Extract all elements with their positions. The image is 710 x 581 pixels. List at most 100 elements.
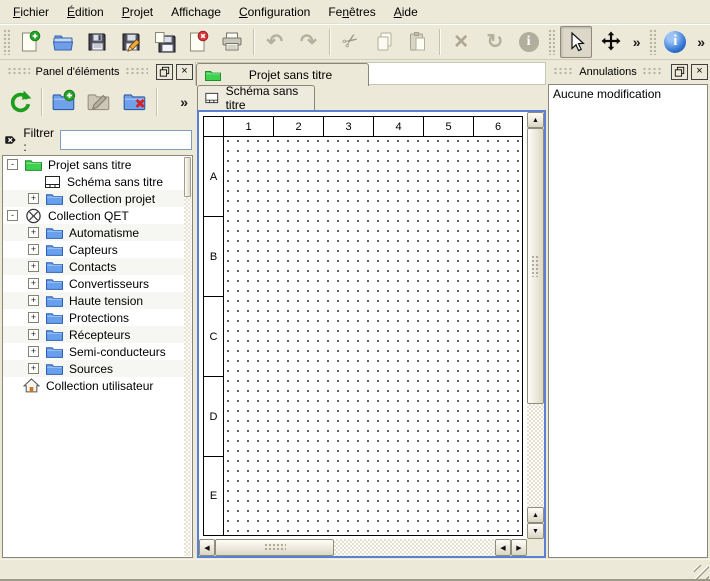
undo-panel-titlebar: Annulations × <box>548 63 708 80</box>
menu-projet[interactable]: Projet <box>113 2 162 22</box>
reload-collections-button[interactable] <box>4 86 35 118</box>
resize-grip[interactable] <box>694 565 709 580</box>
delete-category-icon <box>122 89 148 115</box>
panel-toolbar-overflow-button[interactable]: » <box>175 94 193 110</box>
horizontal-scrollbar[interactable]: ◀ ◀ ▶ <box>199 539 527 556</box>
open-file-button[interactable] <box>49 27 79 57</box>
vertical-scrollbar[interactable]: ▲ ▲ ▼ <box>527 112 544 539</box>
toolbar-overflow-button[interactable]: » <box>692 34 710 50</box>
menu-fenetres[interactable]: Fenêtres <box>319 2 384 22</box>
undo-list-item[interactable]: Aucune modification <box>549 85 707 103</box>
float-icon <box>674 66 685 77</box>
up-arrow-icon: ▲ <box>532 117 539 124</box>
tree-item-semi-conducteurs[interactable]: + Semi-conducteurs <box>3 343 192 360</box>
expand-icon[interactable]: + <box>28 346 39 357</box>
tree-item-collection-utilisateur[interactable]: Collection utilisateur <box>3 377 192 394</box>
expand-icon[interactable]: + <box>28 227 39 238</box>
expand-icon[interactable]: + <box>28 329 39 340</box>
expand-icon[interactable]: + <box>28 193 39 204</box>
horizontal-scrollbar-track[interactable] <box>334 539 495 556</box>
tree-item-convertisseurs[interactable]: + Convertisseurs <box>3 275 192 292</box>
menu-configuration[interactable]: Configuration <box>230 2 319 22</box>
close-panel-button[interactable]: × <box>176 64 193 80</box>
scroll-left-button-2[interactable]: ◀ <box>495 539 511 556</box>
undo-history-list[interactable]: Aucune modification <box>548 84 708 558</box>
tree-scrollbar-track[interactable] <box>184 197 191 556</box>
expand-icon[interactable]: + <box>28 278 39 289</box>
toolbar-overflow-button[interactable]: » <box>628 34 646 50</box>
select-mode-button[interactable] <box>560 26 592 58</box>
menu-edition[interactable]: Édition <box>58 2 113 22</box>
vertical-scrollbar-track[interactable] <box>527 404 544 507</box>
expand-icon[interactable]: + <box>28 312 39 323</box>
tree-scrollbar-thumb[interactable] <box>184 157 191 197</box>
cursor-arrow-icon <box>565 31 587 53</box>
schema-view[interactable]: 1 2 3 4 5 6 A B C D E ▲ ▲ ▼ ◀ ◀ <box>197 110 546 558</box>
tree-item-capteurs[interactable]: + Capteurs <box>3 241 192 258</box>
tab-projet-sans-titre[interactable]: Projet sans titre <box>196 63 369 86</box>
column-header: 5 <box>424 117 474 137</box>
delete-category-button[interactable] <box>119 86 150 118</box>
scroll-up-button-2[interactable]: ▲ <box>527 507 544 523</box>
toolbar-drag-handle[interactable] <box>548 29 555 55</box>
toolbar-separator <box>439 29 440 55</box>
tree-item-collection-qet[interactable]: - Collection QET <box>3 207 192 224</box>
edit-category-button[interactable] <box>84 86 115 118</box>
about-button[interactable]: i <box>661 27 691 57</box>
collapse-icon[interactable]: - <box>7 159 18 170</box>
undo-button[interactable]: ↶ <box>260 27 290 57</box>
save-as-button[interactable] <box>116 27 146 57</box>
menu-affichage[interactable]: Affichage <box>162 2 230 22</box>
redo-button[interactable]: ↷ <box>294 27 324 57</box>
tree-scrollbar[interactable] <box>184 157 191 556</box>
print-button[interactable] <box>217 27 247 57</box>
menu-fichier[interactable]: Fichier <box>4 2 58 22</box>
copy-button[interactable] <box>370 27 400 57</box>
rotate-button[interactable]: ↻ <box>480 27 510 57</box>
save-all-button[interactable] <box>150 27 180 57</box>
tree-item-projet[interactable]: - Projet sans titre <box>3 156 192 173</box>
tree-item-protections[interactable]: + Protections <box>3 309 192 326</box>
cut-button[interactable]: ✂ <box>336 27 366 57</box>
tree-item-schema[interactable]: Schéma sans titre <box>3 173 192 190</box>
tree-item-recepteurs[interactable]: + Récepteurs <box>3 326 192 343</box>
float-panel-button[interactable] <box>671 64 688 80</box>
schema-canvas[interactable]: 1 2 3 4 5 6 A B C D E <box>199 112 527 539</box>
expand-icon[interactable]: + <box>28 244 39 255</box>
tree-item-contacts[interactable]: + Contacts <box>3 258 192 275</box>
close-file-button[interactable] <box>183 27 213 57</box>
collapse-icon[interactable]: - <box>7 210 18 221</box>
expand-icon[interactable]: + <box>28 261 39 272</box>
delete-button[interactable]: × <box>446 27 476 57</box>
tree-item-sources[interactable]: + Sources <box>3 360 192 377</box>
new-category-button[interactable] <box>48 86 79 118</box>
print-icon <box>220 30 244 54</box>
move-mode-button[interactable] <box>596 27 626 57</box>
scroll-up-button[interactable]: ▲ <box>527 112 544 128</box>
tab-schema-sans-titre[interactable]: Schéma sans titre <box>197 85 315 110</box>
close-panel-button[interactable]: × <box>691 64 708 80</box>
float-panel-button[interactable] <box>156 64 173 80</box>
paste-button[interactable] <box>404 27 434 57</box>
scroll-down-button[interactable]: ▼ <box>527 523 544 539</box>
tree-item-label: Schéma sans titre <box>67 175 163 189</box>
tree-item-haute-tension[interactable]: + Haute tension <box>3 292 192 309</box>
expand-icon[interactable]: + <box>28 363 39 374</box>
info-button[interactable]: i <box>514 27 544 57</box>
toolbar-drag-handle[interactable] <box>649 29 656 55</box>
expand-icon[interactable]: + <box>28 295 39 306</box>
scroll-right-button[interactable]: ▶ <box>511 539 527 556</box>
save-button[interactable] <box>82 27 112 57</box>
new-file-button[interactable] <box>15 27 45 57</box>
tree-item-collection-projet[interactable]: + Collection projet <box>3 190 192 207</box>
menu-aide[interactable]: Aide <box>385 2 427 22</box>
horizontal-scrollbar-thumb[interactable] <box>215 539 334 556</box>
filter-input[interactable] <box>60 130 192 150</box>
clear-filter-icon[interactable] <box>4 132 17 148</box>
vertical-scrollbar-thumb[interactable] <box>527 128 544 404</box>
close-file-icon <box>186 30 210 54</box>
close-icon: × <box>696 66 702 77</box>
tree-item-automatisme[interactable]: + Automatisme <box>3 224 192 241</box>
scroll-left-button[interactable]: ◀ <box>199 539 215 556</box>
toolbar-drag-handle[interactable] <box>3 29 10 55</box>
